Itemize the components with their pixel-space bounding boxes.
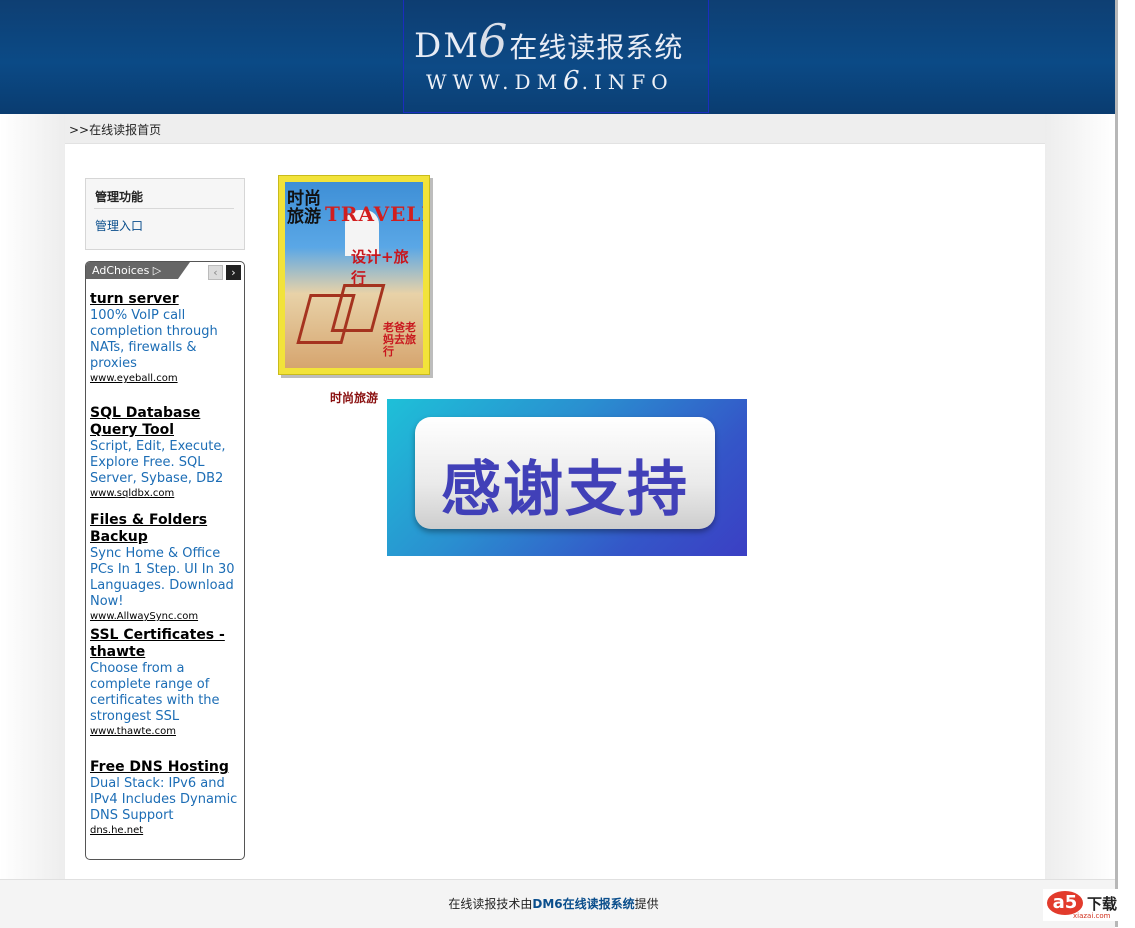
thanks-text: 感谢支持: [441, 455, 689, 525]
admin-divider: [94, 208, 234, 209]
watermark: a5 下载 xiazai.com: [1043, 889, 1121, 921]
footer-suffix: 提供: [634, 897, 659, 911]
ad-prev-icon[interactable]: ‹: [208, 265, 223, 280]
scrollbar[interactable]: [1115, 0, 1135, 927]
admin-panel: 管理功能 管理入口: [85, 178, 245, 250]
header-banner: DM6在线读报系统 WWW.DM6.INFO: [0, 0, 1115, 114]
admin-login-link[interactable]: 管理入口: [95, 217, 143, 234]
page-side-right: [1045, 114, 1115, 879]
cover-title-cn: 时尚旅游: [287, 189, 321, 227]
ad-url[interactable]: www.sqldbx.com: [90, 487, 242, 501]
ad-desc[interactable]: 100% VoIP call completion through NATs, …: [90, 308, 242, 372]
ad-desc[interactable]: Script, Edit, Execute, Explore Free. SQL…: [90, 439, 242, 487]
magazine-cover-image: 时尚旅游 TRAVELER 设计+旅行 老爸老妈去旅行: [285, 182, 423, 368]
logo-url-6: 6: [563, 66, 582, 96]
admin-title: 管理功能: [95, 190, 144, 204]
ad-title[interactable]: Free DNS Hosting: [90, 759, 242, 776]
adchoices-label[interactable]: AdChoices ▷: [86, 262, 190, 279]
thanks-plate: 感谢支持: [415, 417, 715, 529]
ad-url[interactable]: dns.he.net: [90, 824, 242, 838]
footer-link[interactable]: DM6在线读报系统: [532, 897, 634, 911]
site-logo[interactable]: DM6在线读报系统 WWW.DM6.INFO: [403, 0, 709, 113]
logo-url-a: WWW.DM: [426, 70, 564, 94]
thanks-banner: 感谢支持: [387, 399, 747, 556]
ad-url[interactable]: www.AllwaySync.com: [90, 610, 242, 624]
footer-prefix: 在线读报技术由: [448, 897, 533, 911]
ad-item: SSL Certificates - thawte Choose from a …: [90, 627, 242, 739]
cover-title-en: TRAVELER: [325, 202, 423, 226]
page-side-left: [0, 114, 65, 879]
ad-title[interactable]: Files & Folders Backup: [90, 512, 242, 546]
ad-url[interactable]: www.eyeball.com: [90, 372, 242, 386]
cover-badge: 老爸老妈去旅行: [383, 321, 416, 358]
ad-title[interactable]: SSL Certificates - thawte: [90, 627, 242, 661]
logo-title: DM6在线读报系统: [414, 14, 704, 68]
magazine-caption-link[interactable]: 时尚旅游: [330, 389, 378, 406]
breadcrumb[interactable]: >>在线读报首页: [69, 121, 161, 138]
ad-item: turn server 100% VoIP call completion th…: [90, 291, 242, 386]
logo-cn: 在线读报系统: [509, 31, 684, 64]
magazine-cover[interactable]: 时尚旅游 TRAVELER 设计+旅行 老爸老妈去旅行: [278, 175, 430, 375]
breadcrumb-bar: >>在线读报首页: [65, 114, 1045, 144]
ad-desc[interactable]: Sync Home & Office PCs In 1 Step. UI In …: [90, 546, 242, 610]
scrollbar-track[interactable]: [1115, 0, 1118, 927]
footer-text: 在线读报技术由DM6在线读报系统提供: [0, 895, 1107, 912]
ad-url[interactable]: www.thawte.com: [90, 725, 242, 739]
chair-shape: [330, 284, 386, 332]
ad-item: Files & Folders Backup Sync Home & Offic…: [90, 512, 242, 624]
logo-url-b: .INFO: [581, 70, 674, 94]
ad-item: SQL Database Query Tool Script, Edit, Ex…: [90, 405, 242, 501]
ad-panel: AdChoices ▷ ‹ › turn server 100% VoIP ca…: [85, 261, 245, 860]
ad-title[interactable]: SQL Database Query Tool: [90, 405, 242, 439]
ad-desc[interactable]: Dual Stack: IPv6 and IPv4 Includes Dynam…: [90, 776, 242, 824]
watermark-text: 下载: [1087, 895, 1118, 913]
watermark-sub: xiazai.com: [1073, 912, 1111, 920]
ad-title[interactable]: turn server: [90, 291, 242, 308]
logo-url: WWW.DM6.INFO: [426, 66, 696, 96]
ad-item: Free DNS Hosting Dual Stack: IPv6 and IP…: [90, 759, 242, 838]
ad-next-icon[interactable]: ›: [226, 265, 241, 280]
footer: 在线读报技术由DM6在线读报系统提供: [0, 879, 1115, 928]
logo-dm: DM: [414, 26, 481, 66]
ad-desc[interactable]: Choose from a complete range of certific…: [90, 661, 242, 725]
logo-6: 6: [478, 14, 508, 68]
cover-subtitle: 设计+旅行: [351, 248, 409, 287]
